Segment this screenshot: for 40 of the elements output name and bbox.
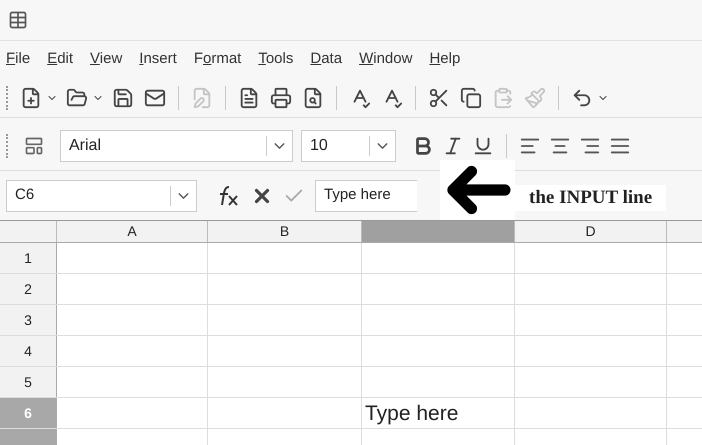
menu-item[interactable]: Tools	[258, 48, 294, 71]
menu-item[interactable]: Insert	[139, 48, 177, 71]
open-folder-icon	[66, 86, 88, 108]
menu-item[interactable]: Window	[359, 48, 412, 71]
brush-icon	[524, 86, 546, 108]
table-cell[interactable]: Type here	[362, 398, 515, 428]
input-line-field[interactable]: Type here	[315, 180, 417, 212]
column-header[interactable]: A	[57, 221, 208, 242]
print-preview-icon	[302, 86, 324, 108]
menu-item[interactable]: Edit	[47, 48, 74, 71]
name-box[interactable]: C6	[6, 180, 197, 212]
new-document-icon	[20, 86, 42, 108]
paste-icon	[492, 86, 514, 108]
menu-item[interactable]: Help	[429, 48, 460, 71]
undo-icon	[571, 86, 593, 108]
menu-item[interactable]: Data	[310, 48, 342, 71]
app-icon	[8, 10, 28, 30]
copy-icon	[460, 86, 482, 108]
edit-document-icon	[191, 86, 213, 108]
font-name-field[interactable]: Arial	[60, 130, 293, 162]
printer-icon	[270, 86, 292, 108]
row-header[interactable]: 1	[0, 243, 57, 273]
menu-item[interactable]: File	[6, 48, 30, 71]
row-header[interactable]: 4	[0, 336, 57, 366]
column-header[interactable]	[362, 221, 515, 242]
row-header[interactable]: 5	[0, 367, 57, 397]
menu-item[interactable]: Format	[194, 48, 242, 71]
column-header[interactable]: D	[515, 221, 667, 242]
scissors-icon	[428, 86, 450, 108]
styles-icon[interactable]	[24, 136, 44, 156]
menu-item[interactable]: View	[90, 48, 122, 71]
underline-icon[interactable]	[472, 135, 494, 157]
font-size-field[interactable]: 10	[301, 130, 396, 162]
pdf-document-icon	[238, 86, 260, 108]
row-header[interactable]	[0, 429, 57, 445]
save-icon	[112, 86, 134, 108]
annotation-text: the INPUT line	[529, 186, 652, 210]
arrow-icon	[444, 164, 510, 216]
row-header[interactable]: 2	[0, 274, 57, 304]
row-header[interactable]: 3	[0, 305, 57, 335]
